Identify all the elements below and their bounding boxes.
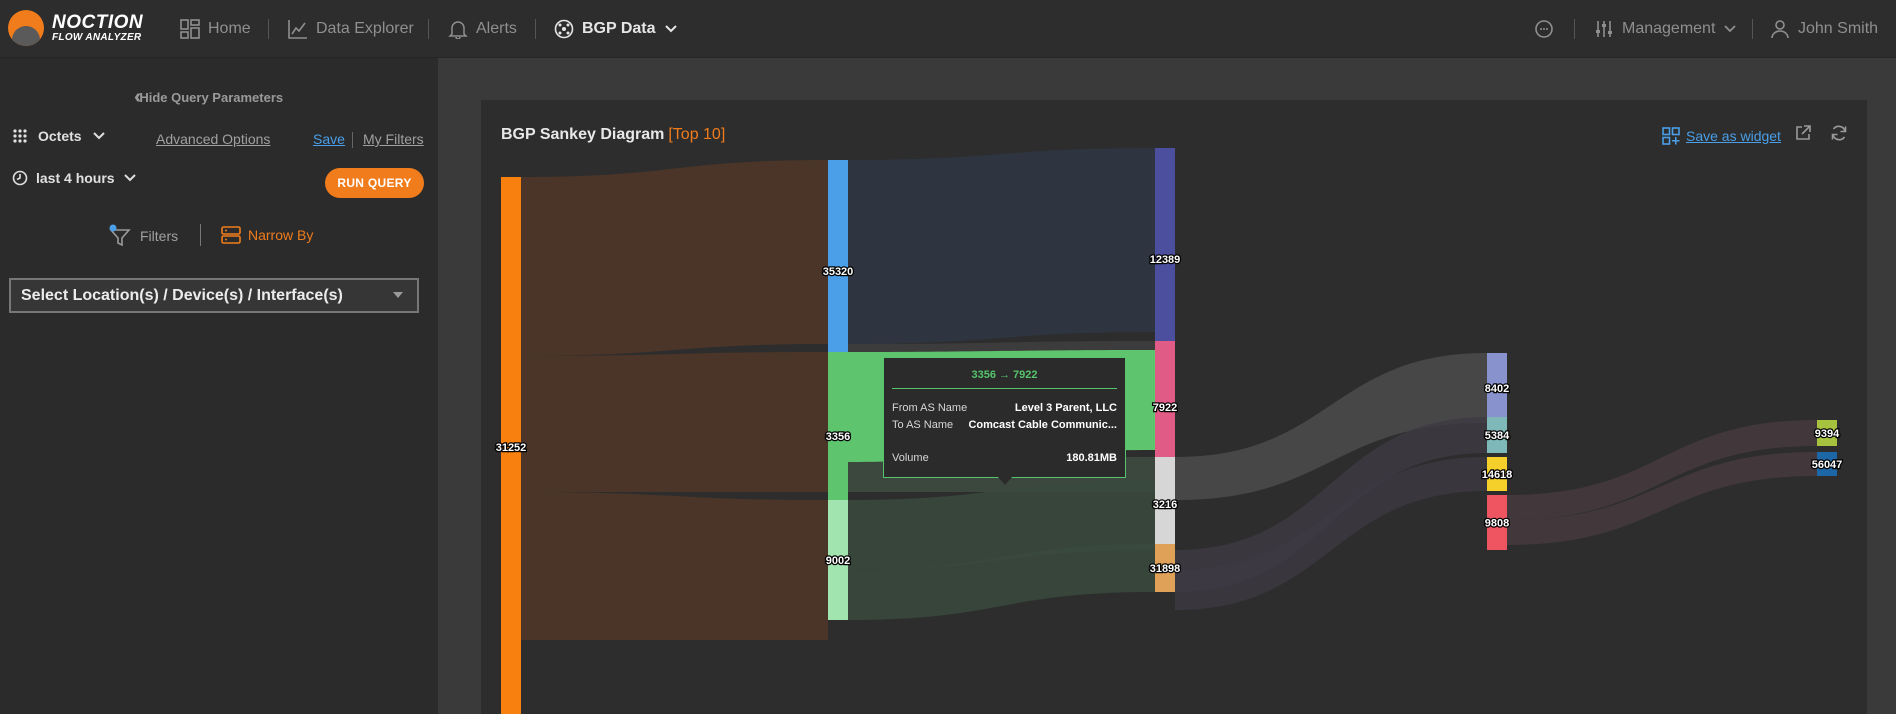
- sankey-link-31252-3356[interactable]: [521, 352, 828, 492]
- logo[interactable]: NOCTION FLOW ANALYZER: [8, 10, 143, 46]
- tooltip-to-row: To AS Name Comcast Cable Communic...: [892, 419, 1117, 431]
- nav-divider: [428, 19, 429, 39]
- widget-icon: [1662, 127, 1680, 145]
- external-link-icon[interactable]: [1794, 124, 1812, 142]
- nav-management-label: Management: [1622, 20, 1716, 37]
- nav-divider: [535, 19, 536, 39]
- nav-bgp-data-label: BGP Data: [582, 20, 656, 37]
- tooltip-volume-label: Volume: [892, 452, 929, 464]
- nav-divider: [1574, 19, 1575, 39]
- tooltip-header: 3356 → 7922: [892, 369, 1117, 389]
- divider: [352, 132, 353, 148]
- card-title: BGP Sankey Diagram [Top 10]: [501, 126, 725, 144]
- query-parameters-panel: ‹‹ Hide Query Parameters Octets Advanced…: [0, 58, 438, 714]
- nav-divider: [268, 19, 269, 39]
- dashboard-icon: [180, 19, 200, 39]
- nav-data-explorer-label: Data Explorer: [316, 20, 414, 37]
- refresh-icon[interactable]: [1830, 124, 1848, 142]
- clock-icon: [12, 170, 28, 186]
- user-menu[interactable]: John Smith: [1770, 0, 1878, 58]
- sliders-icon: [1596, 21, 1612, 37]
- sankey-node-label-9002: 9002: [826, 555, 850, 567]
- hide-query-parameters-button[interactable]: ‹‹ Hide Query Parameters: [134, 86, 283, 109]
- brand-subtitle: FLOW ANALYZER: [52, 32, 142, 43]
- sankey-tooltip: 3356 → 7922 From AS Name Level 3 Parent,…: [883, 357, 1126, 485]
- sankey-node-label-8402: 8402: [1485, 383, 1509, 395]
- location-device-interface-select[interactable]: Select Location(s) / Device(s) / Interfa…: [9, 278, 419, 313]
- my-filters-link[interactable]: My Filters: [363, 131, 424, 147]
- time-range-value: last 4 hours: [36, 170, 115, 186]
- tooltip-volume-value: 180.81MB: [1066, 452, 1117, 464]
- logo-mark-icon: [8, 10, 44, 46]
- metric-dropdown[interactable]: Octets: [12, 128, 106, 144]
- tooltip-from-value: Level 3 Parent, LLC: [1014, 402, 1117, 414]
- top-n-badge: [Top 10]: [668, 126, 726, 143]
- save-as-widget-button[interactable]: Save as widget: [1662, 127, 1781, 145]
- sankey-node-label-3356: 3356: [826, 431, 850, 443]
- sankey-node-label-9808: 9808: [1485, 518, 1509, 530]
- sankey-node-label-9394: 9394: [1815, 428, 1840, 440]
- grid-icon: [13, 129, 27, 143]
- divider: [200, 224, 201, 246]
- time-range-dropdown[interactable]: last 4 hours: [12, 170, 137, 186]
- card-title-text: BGP Sankey Diagram: [501, 126, 665, 143]
- sankey-node-label-3216: 3216: [1153, 499, 1177, 511]
- line-chart-icon: [288, 20, 307, 39]
- bell-icon: [448, 21, 468, 39]
- metric-value: Octets: [38, 128, 82, 144]
- server-icon: [221, 226, 241, 244]
- network-icon: [554, 19, 574, 39]
- sankey-node-label-7922: 7922: [1153, 402, 1177, 414]
- save-link[interactable]: Save: [313, 131, 345, 147]
- narrow-by-label: Narrow By: [248, 227, 314, 243]
- sankey-node-label-31252: 31252: [496, 442, 527, 454]
- sankey-node-label-35320: 35320: [823, 266, 854, 278]
- nav-data-explorer[interactable]: Data Explorer: [288, 0, 414, 58]
- filter-icon: [109, 224, 131, 247]
- sankey-node-label-56047: 56047: [1812, 459, 1843, 471]
- double-chevron-left-icon: ‹‹: [134, 86, 143, 108]
- top-bar: NOCTION FLOW ANALYZER Home Data Explorer…: [0, 0, 1896, 58]
- chevron-down-icon: [1724, 25, 1737, 33]
- save-as-widget-label: Save as widget: [1686, 128, 1781, 144]
- nav-home-label: Home: [208, 20, 251, 37]
- sankey-card: 31252 35320 3356 9002 12389 7922 3216 31898 8402…: [481, 100, 1867, 714]
- sankey-node-label-31898: 31898: [1150, 563, 1181, 575]
- nav-management[interactable]: Management: [1594, 0, 1737, 58]
- tooltip-to-value: Comcast Cable Communic...: [968, 419, 1117, 431]
- tooltip-volume-row: Volume 180.81MB: [892, 452, 1117, 464]
- sankey-link-31252-9002[interactable]: [521, 492, 828, 640]
- nav-divider: [1752, 19, 1753, 39]
- tooltip-from-label: From AS Name: [892, 402, 968, 414]
- sankey-diagram: 31252 35320 3356 9002 12389 7922 3216 31898 8402…: [494, 148, 1844, 714]
- sankey-node-label-12389: 12389: [1150, 254, 1181, 266]
- sankey-node-label-14618: 14618: [1482, 469, 1513, 481]
- sankey-link-35320-12389[interactable]: [848, 148, 1155, 344]
- hide-query-parameters-label: Hide Query Parameters: [139, 90, 284, 105]
- nav-bgp-data[interactable]: BGP Data: [554, 0, 678, 58]
- location-select-value: Select Location(s) / Device(s) / Interfa…: [21, 286, 343, 304]
- narrow-by-tab[interactable]: Narrow By: [220, 224, 313, 246]
- chat-button[interactable]: [1534, 0, 1562, 58]
- caret-down-icon: [393, 292, 403, 298]
- sankey-link-31252-35320[interactable]: [521, 160, 828, 356]
- advanced-options-link[interactable]: Advanced Options: [156, 131, 270, 147]
- user-name: John Smith: [1798, 20, 1879, 37]
- run-query-button[interactable]: RUN QUERY: [325, 168, 424, 198]
- brand-name: NOCTION: [52, 12, 144, 33]
- tooltip-to-label: To AS Name: [892, 419, 954, 431]
- tooltip-from-row: From AS Name Level 3 Parent, LLC: [892, 402, 1117, 414]
- nav-alerts[interactable]: Alerts: [448, 0, 517, 58]
- chevron-down-icon: [664, 25, 677, 33]
- chevron-down-icon: [123, 174, 136, 182]
- filters-label: Filters: [140, 228, 179, 244]
- filters-tab[interactable]: Filters: [108, 224, 178, 248]
- chevron-down-icon: [92, 132, 105, 140]
- sankey-node-label-5384: 5384: [1485, 430, 1510, 442]
- user-icon: [1771, 20, 1789, 39]
- nav-home[interactable]: Home: [180, 0, 251, 58]
- nav-alerts-label: Alerts: [476, 20, 517, 37]
- chat-icon: [1535, 20, 1553, 38]
